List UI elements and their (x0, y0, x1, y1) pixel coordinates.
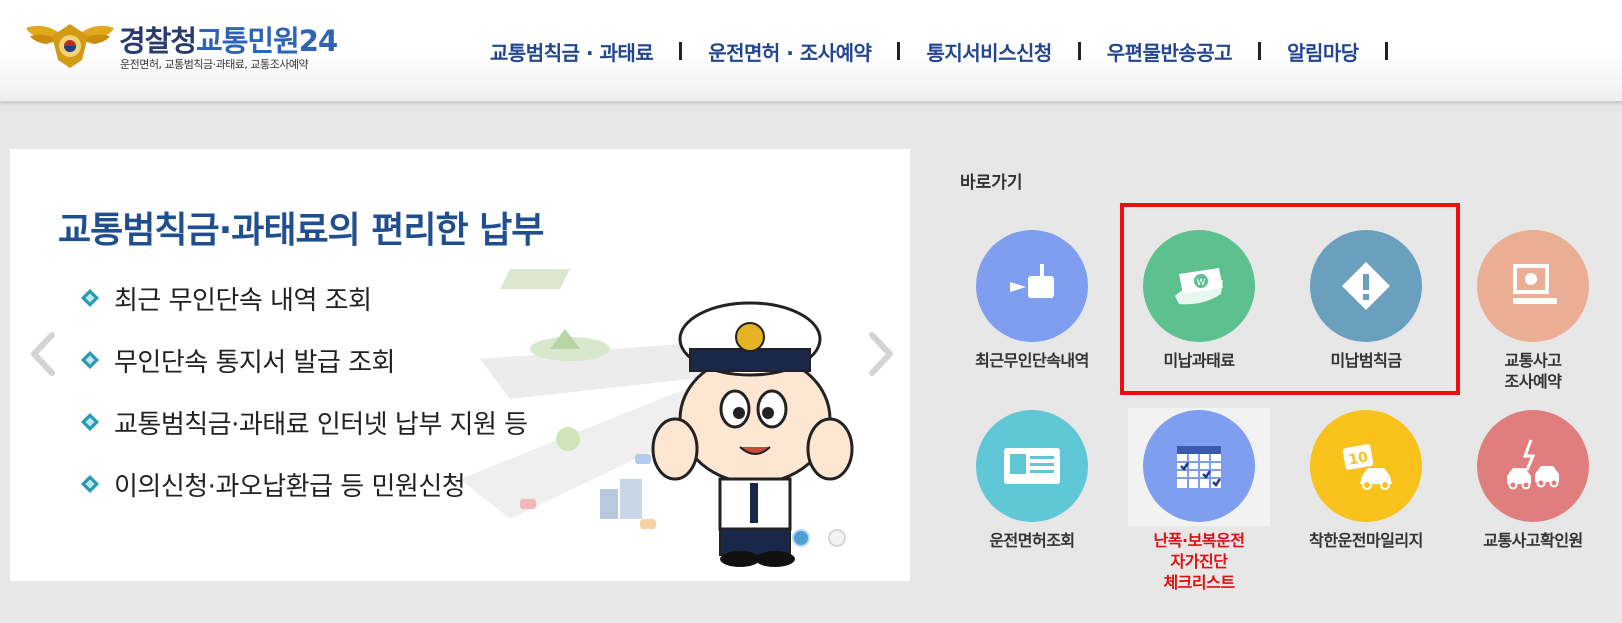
logo-subtitle: 운전면허, 교통범칙금·과태료, 교통조사예약 (120, 58, 309, 71)
diamond-bullet-icon (82, 290, 98, 306)
quick-link-good-driving-mileage[interactable]: 10 착한운전마일리지 (1286, 410, 1446, 551)
quick-link-label-line: 조사예약 (1504, 372, 1562, 391)
computer-icon (1513, 264, 1557, 304)
quick-link-circle (1310, 230, 1422, 342)
quick-link-label: 교통사고 조사예약 (1453, 350, 1613, 392)
list-item: 이의신청·과오납환급 등 민원신청 (82, 453, 528, 515)
nav-divider (1077, 42, 1081, 60)
nav-notification[interactable]: 통지서비스신청 (926, 37, 1052, 66)
quick-link-circle: 10 (1310, 410, 1422, 522)
quick-link-license-lookup[interactable]: 운전면허조회 (952, 410, 1112, 551)
svg-text:10: 10 (1347, 449, 1369, 468)
mileage-car-icon: 10 (1342, 444, 1392, 490)
quick-link-circle (1477, 410, 1589, 522)
quick-link-road-rage-checklist[interactable]: 난폭·보복운전 자가진단 체크리스트 (1119, 410, 1279, 593)
quick-link-circle (976, 230, 1088, 342)
quick-link-label-line: 교통사고 (1504, 351, 1562, 370)
nav-divider (679, 42, 683, 60)
quick-link-label: 착한운전마일리지 (1309, 531, 1423, 550)
site-logo[interactable]: 경찰청교통민원24 운전면허, 교통범칙금·과태료, 교통조사예약 (24, 14, 384, 74)
list-item-text: 이의신청·과오납환급 등 민원신청 (114, 471, 466, 502)
site-header: 경찰청교통민원24 운전면허, 교통범칙금·과태료, 교통조사예약 교통범칙금 … (0, 0, 1622, 102)
quick-link-label-line: 체크리스트 (1163, 573, 1235, 592)
quick-link-label: 미납범칙금 (1330, 351, 1402, 370)
banner-feature-list: 최근 무인단속 내역 조회 무인단속 통지서 발급 조회 교통범칙금·과태료 인… (82, 267, 528, 515)
banner-title: 교통범칙금·과태료의 편리한 납부 (58, 210, 544, 251)
quick-link-circle (1143, 410, 1255, 522)
quick-link-accident-certificate[interactable]: 교통사고확인원 (1453, 410, 1613, 551)
nav-returned-mail[interactable]: 우편물반송공고 (1107, 37, 1233, 66)
police-emblem-icon (26, 24, 114, 68)
quick-link-label-line: 자가진단 (1170, 552, 1228, 571)
nav-notice[interactable]: 알림마당 (1287, 37, 1359, 66)
quick-link-unpaid-fines[interactable]: W 미납과태료 (1119, 230, 1279, 371)
quick-link-recent-enforcement[interactable]: 최근무인단속내역 (952, 230, 1112, 371)
logo-title: 경찰청교통민원24 (119, 18, 338, 60)
quick-link-label: 최근무인단속내역 (975, 351, 1089, 370)
quick-link-accident-reservation[interactable]: 교통사고 조사예약 (1453, 230, 1613, 392)
warning-icon (1342, 262, 1390, 310)
list-item: 교통범칙금·과태료 인터넷 납부 지원 등 (82, 391, 528, 453)
nav-divider (1258, 42, 1262, 60)
quick-link-label: 난폭·보복운전 자가진단 체크리스트 (1119, 530, 1279, 593)
quick-links-title: 바로가기 (960, 173, 1023, 193)
list-item-text: 무인단속 통지서 발급 조회 (114, 347, 395, 378)
slide-pagination (792, 529, 846, 547)
diamond-bullet-icon (82, 476, 98, 492)
checklist-icon (1177, 446, 1222, 488)
quick-link-unpaid-penalties[interactable]: 미납범칙금 (1286, 230, 1446, 371)
quick-link-label: 운전면허조회 (989, 531, 1075, 550)
id-card-icon (1004, 448, 1060, 484)
logo-title-agency: 경찰청 (119, 24, 197, 58)
svg-text:W: W (1197, 278, 1206, 288)
quick-link-label: 교통사고확인원 (1483, 531, 1583, 550)
quick-link-circle: W (1143, 230, 1255, 342)
main-banner: 교통범칙금·과태료의 편리한 납부 최근 무인단속 내역 조회 무인단속 통지서… (10, 149, 910, 581)
list-item-text: 교통범칙금·과태료 인터넷 납부 지원 등 (114, 409, 528, 440)
nav-divider (897, 42, 901, 60)
car-crash-icon (1507, 439, 1559, 490)
nav-license[interactable]: 운전면허 · 조사예약 (708, 37, 872, 66)
slide-dot-2[interactable] (828, 529, 846, 547)
logo-title-service: 교통민원24 (196, 24, 338, 58)
list-item: 최근 무인단속 내역 조회 (82, 267, 528, 329)
diamond-bullet-icon (82, 352, 98, 368)
nav-fines[interactable]: 교통범칙금 · 과태료 (490, 37, 654, 66)
camera-icon (1010, 264, 1054, 298)
quick-link-label-line: 난폭·보복운전 (1153, 531, 1245, 550)
main-nav: 교통범칙금 · 과태료 운전면허 · 조사예약 통지서비스신청 우편물반송공고 … (490, 36, 1414, 66)
list-item-text: 최근 무인단속 내역 조회 (114, 285, 372, 316)
diamond-bullet-icon (82, 414, 98, 430)
prev-slide-arrow-icon[interactable] (28, 331, 58, 377)
quick-link-circle (1477, 230, 1589, 342)
quick-link-label: 미납과태료 (1163, 351, 1235, 370)
next-slide-arrow-icon[interactable] (866, 331, 896, 377)
slide-dot-1[interactable] (792, 529, 810, 547)
list-item: 무인단속 통지서 발급 조회 (82, 329, 528, 391)
nav-divider (1384, 42, 1388, 60)
money-icon: W (1175, 268, 1223, 305)
quick-link-circle (976, 410, 1088, 522)
